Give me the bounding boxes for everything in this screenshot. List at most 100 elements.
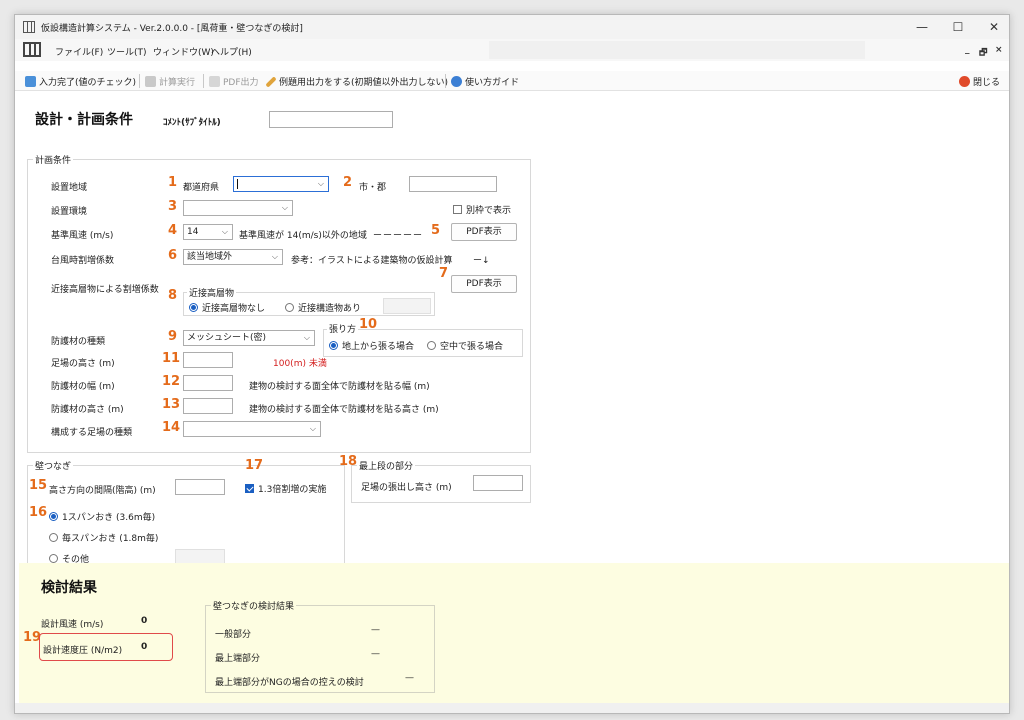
top-ng-value: — — [405, 673, 414, 683]
design-wind-label: 設計風速 (m/s) — [41, 620, 104, 630]
height-note: 100(m) 未満 — [273, 359, 327, 369]
height-input[interactable] — [183, 352, 233, 368]
mat-height-label: 防護材の高さ (m) — [51, 405, 124, 415]
radio-dot — [329, 341, 338, 350]
interval-label: 高さ方向の間隔(階高) (m) — [49, 486, 156, 496]
menu-tools[interactable]: ツール(T) — [107, 45, 147, 58]
mdi-restore-button[interactable]: 🗗 — [979, 45, 987, 61]
separate-window-label: 別枠で表示 — [466, 206, 512, 216]
callout-11: 11 — [162, 351, 181, 366]
nearby-exists-radio[interactable]: 近接構造物あり — [285, 301, 361, 314]
mdi-close-button[interactable]: × — [995, 45, 1003, 55]
general-part-label: 一般部分 — [215, 630, 252, 640]
callout-4: 4 — [168, 223, 178, 238]
general-part-value: — — [371, 625, 380, 635]
minimize-button[interactable]: — — [903, 15, 941, 39]
chevron-down-icon: ⌵ — [303, 333, 310, 342]
chevron-down-icon: ⌵ — [309, 424, 316, 433]
callout-12: 12 — [162, 374, 181, 389]
chevron-down-icon: ⌵ — [221, 227, 228, 236]
close-circle-icon — [959, 76, 970, 87]
tension-ground-radio[interactable]: 地上から張る場合 — [329, 339, 414, 352]
top-part-label: 最上端部分 — [215, 654, 261, 664]
prefecture-select[interactable]: ⌵ — [233, 176, 329, 192]
design-pressure-label: 設計速度圧 (N/m2) — [43, 646, 123, 656]
callout-13: 13 — [162, 397, 181, 412]
surcharge-checkbox[interactable]: 1.3倍割増の実施 — [245, 482, 326, 495]
input-done-button[interactable]: 入力完了(値のチェック) — [25, 75, 136, 88]
menu-window[interactable]: ウィンドウ(W) — [153, 45, 214, 58]
tie-every-span-radio[interactable]: 毎スパンおき (1.8m毎) — [49, 531, 158, 544]
app-window: 仮設構造計算システム - Ver.2.0.0.0 - [風荷重・壁つなぎの検討]… — [14, 14, 1010, 714]
plan-conditions-title: 計画条件 — [33, 153, 74, 166]
separate-window-checkbox[interactable]: 別枠で表示 — [453, 203, 511, 216]
nearby-none-radio[interactable]: 近接高層物なし — [189, 301, 265, 314]
menu-bar: ファイル(F) ツール(T) ウィンドウ(W) ヘルプ(H) _ 🗗 × — [15, 39, 1009, 61]
interval-input[interactable] — [175, 479, 225, 495]
menu-help[interactable]: ヘルプ(H) — [211, 45, 252, 58]
tie-span1-radio[interactable]: 1スパンおき (3.6m毎) — [49, 510, 155, 523]
title-bar: 仮設構造計算システム - Ver.2.0.0.0 - [風荷重・壁つなぎの検討]… — [15, 15, 1009, 39]
typhoon-note: 参考：イラストによる建築物の仮設計算 — [291, 256, 453, 266]
radio-dot — [285, 303, 294, 312]
surcharge-label: 1.3倍割増の実施 — [258, 485, 327, 495]
conditions-panel: 設計・計画条件 ｺﾒﾝﾄ(ｻﾌﾞﾀｲﾄﾙ) 計画条件 設置地域 1 都道府県 ⌵… — [19, 93, 539, 571]
wind-speed-select[interactable]: 14 ⌵ — [183, 224, 233, 240]
pdf-output-button[interactable]: PDF出力 — [209, 75, 259, 88]
nearby-exists-label: 近接構造物あり — [298, 304, 362, 314]
callout-5: 5 — [431, 223, 441, 238]
tension-air-label: 空中で張る場合 — [440, 342, 504, 352]
tension-air-radio[interactable]: 空中で張る場合 — [427, 339, 503, 352]
material-select[interactable]: メッシュシート(密) ⌵ — [183, 330, 315, 346]
callout-8: 8 — [168, 288, 178, 303]
chevron-down-icon: ⌵ — [317, 179, 324, 188]
prefecture-label: 都道府県 — [183, 183, 220, 193]
scaffold-type-select[interactable]: ⌵ — [183, 421, 321, 437]
wind-dashes: ーーーーー — [373, 231, 424, 241]
nearby-label: 近接高層物による割増係数 — [51, 285, 159, 295]
top-section-title: 最上段の部分 — [357, 459, 416, 472]
mdi-minimize-button[interactable]: _ — [965, 45, 970, 55]
environment-select[interactable]: ⌵ — [183, 200, 293, 216]
callout-16: 16 — [29, 505, 48, 520]
wind-speed-value: 14 — [187, 227, 199, 237]
comment-input[interactable] — [269, 111, 393, 128]
tension-group-title: 張り方 — [327, 322, 359, 335]
help-icon — [451, 76, 462, 87]
conditions-heading: 設計・計画条件 — [35, 112, 133, 128]
menu-file[interactable]: ファイル(F) — [55, 45, 103, 58]
top-overhang-input[interactable] — [473, 475, 523, 491]
typhoon-select[interactable]: 該当地域外 ⌵ — [183, 249, 283, 265]
results-panel: 検討結果 設計風速 (m/s) 0 19 設計速度圧 (N/m2) 0 壁つなぎ… — [19, 563, 1009, 703]
example-output-button[interactable]: 例題用出力をする(初期値以外出力しない) — [265, 75, 448, 88]
maximize-button[interactable]: ☐ — [939, 15, 977, 39]
pdf-view-button-1[interactable]: PDF表示 — [451, 223, 517, 241]
pdf-view-button-2[interactable]: PDF表示 — [451, 275, 517, 293]
calc-button[interactable]: 計算実行 — [145, 75, 195, 88]
calculator-icon — [145, 76, 156, 87]
example-output-label: 例題用出力をする(初期値以外出力しない) — [279, 78, 449, 88]
mat-width-label: 防護材の幅 (m) — [51, 382, 115, 392]
radio-dot — [189, 303, 198, 312]
height-label: 足場の高さ (m) — [51, 359, 115, 369]
top-ng-label: 最上端部分がNGの場合の控えの検討 — [215, 678, 364, 688]
close-window-button[interactable]: ✕ — [975, 15, 1009, 39]
environment-label: 設置環境 — [51, 207, 88, 217]
callout-10: 10 — [359, 317, 378, 332]
toolbar: 入力完了(値のチェック) 計算実行 PDF出力 例題用出力をする(初期値以外出力… — [15, 71, 1009, 91]
pdf-output-label: PDF出力 — [223, 78, 259, 88]
top-part-value: — — [371, 649, 380, 659]
typhoon-value: 該当地域外 — [187, 252, 233, 262]
close-form-button[interactable]: 閉じる — [959, 75, 1000, 88]
callout-2: 2 — [343, 175, 353, 190]
nearby-group-title: 近接高層物 — [187, 286, 237, 299]
mat-height-input[interactable] — [183, 398, 233, 414]
guide-button[interactable]: 使い方ガイド — [451, 75, 519, 88]
wind-speed-label: 基準風速 (m/s) — [51, 231, 114, 241]
app-icon — [23, 21, 35, 33]
city-input[interactable] — [409, 176, 497, 192]
status-bar — [15, 703, 1009, 713]
material-label: 防護材の種類 — [51, 337, 106, 347]
toolbar-divider — [139, 74, 140, 88]
mat-width-input[interactable] — [183, 375, 233, 391]
